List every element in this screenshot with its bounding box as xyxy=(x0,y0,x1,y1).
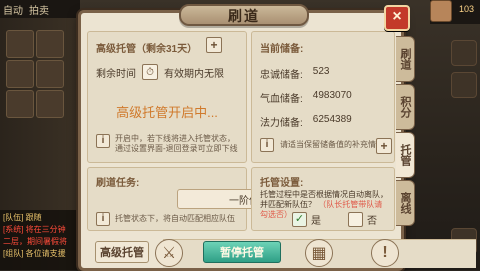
tab-2[interactable]: 积分 xyxy=(396,84,415,130)
advanced-status: 高级托管开启中... xyxy=(116,105,218,120)
close-icon: × xyxy=(392,8,402,25)
settings-section: 托管设置: 托管过程中是否根据情况自动离队，并匹配新队伍？ （队长托管带队请勾选… xyxy=(251,167,395,231)
left-slot-4[interactable] xyxy=(36,60,64,88)
plus-icon[interactable]: + xyxy=(206,37,222,53)
right-icon-1[interactable] xyxy=(451,40,477,66)
right-side-icons xyxy=(450,40,480,270)
yes-label: 是 xyxy=(311,216,321,227)
advanced-note: 开启中，若下线将进入托管状态，通过设置界面-退回登录可立即下线 xyxy=(115,134,238,153)
reserve-label: 气血储备: xyxy=(260,94,303,105)
reserve-row-3: 法力储备: 6254389 xyxy=(260,114,352,129)
reserve-value: 4983070 xyxy=(312,90,352,101)
swords-icon[interactable]: ⚔ xyxy=(155,239,183,267)
alert-icon[interactable]: ! xyxy=(371,239,399,267)
no-label: 否 xyxy=(367,216,377,227)
task-note-row: i 托管状态下，将自动匹配相应队伍 xyxy=(96,212,235,226)
left-slot-2[interactable] xyxy=(36,30,64,58)
avatar[interactable] xyxy=(430,0,452,22)
hud-label-auto[interactable]: 自动 xyxy=(3,2,23,17)
remaining-label: 剩余时间 xyxy=(96,68,136,80)
plus-icon[interactable]: + xyxy=(376,138,392,154)
chat-line: [组队] 各位请支援 xyxy=(3,249,66,258)
reserve-row-2: 气血储备: 4983070 xyxy=(260,90,352,105)
hud-label-auction[interactable]: 拍卖 xyxy=(29,2,49,17)
tab-1[interactable]: 刷道 xyxy=(396,36,415,82)
reserves-title: 当前储备: xyxy=(260,44,304,55)
reserve-value: 6254389 xyxy=(312,114,352,125)
player-status: 103 xyxy=(430,0,480,24)
dialog-title: 刷道 xyxy=(228,8,260,24)
advanced-note-row: i 开启中，若下线将进入托管状态，通过设置界面-退回登录可立即下线 xyxy=(96,134,240,154)
reserve-note-row: i 请适当保留储备值的补充情况 xyxy=(260,138,388,152)
close-button[interactable]: × xyxy=(384,5,410,31)
reserve-row-1: 忠诚储备: 523 xyxy=(260,66,329,81)
info-icon: i xyxy=(96,212,110,226)
reserve-label: 忠诚储备: xyxy=(260,70,303,81)
chat-line: [系统] 将在三分钟 xyxy=(3,225,66,234)
remaining-value: 有效期内无限 xyxy=(164,68,224,80)
advanced-button[interactable]: 高级托管 xyxy=(95,241,149,263)
reserve-label: 法力储备: xyxy=(260,118,303,129)
chat-line: 二层，期间暑假将 xyxy=(3,237,67,246)
advanced-section: 高级托管（剩余31天） + 剩余时间 ⏱ 有效期内无限 高级托管开启中... i… xyxy=(87,31,247,163)
left-slot-3[interactable] xyxy=(6,60,34,88)
pause-button[interactable]: 暂停托管 xyxy=(203,241,281,263)
no-checkbox[interactable]: ✓ xyxy=(348,212,363,227)
reserve-value: 523 xyxy=(312,66,330,77)
tab-3[interactable]: 托管 xyxy=(396,132,415,178)
reserves-section: 当前储备: 忠诚储备: 523 气血储备: 4983070 法力储备: 6254… xyxy=(251,31,395,163)
no-option[interactable]: ✓ 否 xyxy=(348,212,377,227)
tab-4[interactable]: 离线 xyxy=(396,180,415,226)
yes-option[interactable]: ✓ 是 xyxy=(292,212,321,227)
right-icon-2[interactable] xyxy=(451,72,477,98)
chat-line: [队伍] 跟随 xyxy=(3,213,42,222)
dialog: 刷道 高级托管（剩余31天） + 剩余时间 ⏱ 有效期内无限 高级托管开启中..… xyxy=(78,4,476,271)
reserve-note: 请适当保留储备值的补充情况 xyxy=(280,140,384,149)
info-icon: i xyxy=(96,134,110,148)
left-slot-6[interactable] xyxy=(36,90,64,118)
chat-box[interactable]: [队伍] 跟随 [系统] 将在三分钟 二层，期间暑假将 [组队] 各位请支援 xyxy=(0,210,82,270)
settings-title: 托管设置: xyxy=(260,178,304,189)
remaining-row: 剩余时间 ⏱ 有效期内无限 xyxy=(96,64,224,80)
left-slot-5[interactable] xyxy=(6,90,34,118)
info-icon: i xyxy=(260,138,274,152)
task-title: 刷道任务: xyxy=(96,178,140,189)
dialog-title-plate: 刷道 xyxy=(179,4,309,26)
player-level: 103 xyxy=(458,4,474,14)
left-slot-1[interactable] xyxy=(6,30,34,58)
advanced-title: 高级托管（剩余31天） xyxy=(96,44,198,55)
yes-checkbox[interactable]: ✓ xyxy=(292,212,307,227)
task-note: 托管状态下，将自动匹配相应队伍 xyxy=(115,214,235,223)
top-hud: 自动 拍卖 xyxy=(0,0,80,18)
clock-icon: ⏱ xyxy=(142,64,158,80)
stack-icon[interactable]: ▦ xyxy=(305,239,333,267)
